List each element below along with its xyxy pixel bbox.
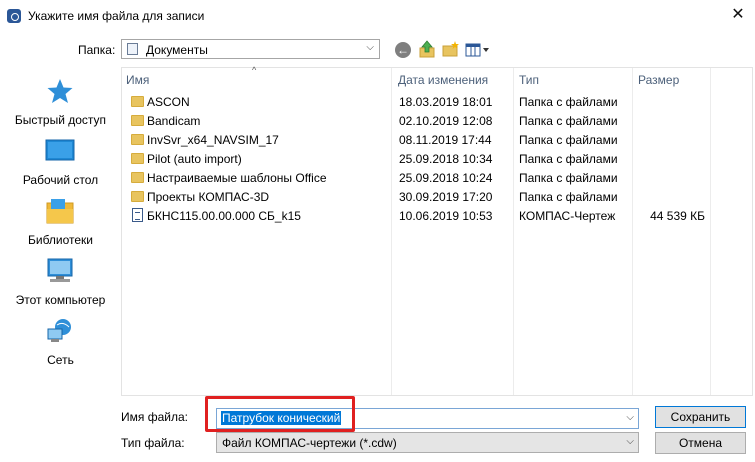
table-row[interactable]: БКНС115.00.00.000 СБ_k15 10.06.2019 10:53… [122,207,754,226]
file-date: 25.09.2018 10:34 [399,152,493,166]
place-label: Быстрый доступ [14,113,107,127]
cancel-button[interactable]: Отмена [655,432,746,454]
view-menu-button[interactable] [465,42,491,58]
filetype-label: Тип файла: [121,436,185,450]
chevron-down-icon: ⌵ [626,436,634,447]
title-bar: Укажите имя файла для записи ✕ [0,0,755,33]
file-list[interactable]: ^ Имя Дата изменения Тип Размер ASCON 18.… [121,65,754,396]
folder-icon [131,115,144,126]
new-folder-button[interactable] [442,40,460,58]
filename-label: Имя файла: [121,410,188,424]
column-header-name[interactable]: Имя [126,73,149,87]
close-button[interactable]: ✕ [724,3,752,27]
file-type: Папка с файлами [519,171,618,185]
file-type: КОМПАС-Чертеж [519,209,616,223]
file-size: 44 539 КБ [650,209,705,223]
computer-icon [47,258,73,282]
window-title: Укажите имя файла для записи [28,9,205,23]
chevron-down-icon[interactable]: ⌵ [626,412,634,423]
up-folder-icon [419,40,435,58]
file-type: Папка с файлами [519,95,618,109]
documents-icon [127,43,138,55]
filetype-select[interactable]: Файл КОМПАС-чертежи (*.cdw) ⌵ [216,432,639,453]
new-folder-icon [442,41,459,57]
place-quick-access[interactable]: Быстрый доступ [4,73,117,131]
folder-icon [131,153,144,164]
file-date: 08.11.2019 17:44 [399,133,492,147]
save-button[interactable]: Сохранить [655,406,746,428]
file-date: 25.09.2018 10:24 [399,171,493,185]
file-name: Bandicam [147,114,201,128]
folder-icon [131,172,144,183]
annotation-highlight-box [205,396,355,432]
file-name: БКНС115.00.00.000 СБ_k15 [147,209,301,223]
place-libraries[interactable]: Библиотеки [4,193,117,251]
file-name: ASCON [147,95,190,109]
place-label: Этот компьютер [15,293,106,307]
chevron-down-icon: ⌵ [366,42,374,53]
file-date: 18.03.2019 18:01 [399,95,493,109]
folder-select[interactable]: Документы ⌵ [121,39,380,59]
place-network[interactable]: Сеть [4,313,117,371]
place-this-pc[interactable]: Этот компьютер [4,253,117,311]
column-header-type[interactable]: Тип [519,73,539,87]
file-type: Папка с файлами [519,152,618,166]
file-type: Папка с файлами [519,133,618,147]
up-folder-button[interactable] [419,40,435,58]
place-label: Сеть [47,353,74,367]
table-row[interactable]: InvSvr_x64_NAVSIM_17 08.11.2019 17:44 Папк… [122,131,754,150]
file-name: Настраиваемые шаблоны Office [147,171,327,185]
folder-select-value: Документы [146,43,208,57]
sort-ascending-icon: ^ [252,65,257,75]
file-name: Pilot (auto import) [147,152,242,166]
column-header-size[interactable]: Размер [638,73,679,87]
star-icon [47,79,73,103]
places-sidebar: Быстрый доступ Рабочий стол Библиотеки Э… [4,67,117,396]
app-icon [7,9,21,23]
file-name: InvSvr_x64_NAVSIM_17 [147,133,279,147]
folder-icon [131,191,144,202]
filetype-value: Файл КОМПАС-чертежи (*.cdw) [222,436,397,450]
table-row[interactable]: Проекты КОМПАС-3D 30.09.2019 17:20 Папка с… [122,188,754,207]
place-label: Рабочий стол [22,173,99,187]
libraries-icon [46,199,74,224]
file-type: Папка с файлами [519,114,618,128]
place-label: Библиотеки [27,233,93,247]
file-date: 30.09.2019 17:20 [399,190,493,204]
table-row[interactable]: Настраиваемые шаблоны Office 25.09.2018 1… [122,169,754,188]
column-header-date[interactable]: Дата изменения [398,73,488,87]
table-row[interactable]: ASCON 18.03.2019 18:01 Папка с файлами [122,93,754,112]
file-date: 10.06.2019 10:53 [399,209,493,223]
document-icon [132,208,143,222]
file-name: Проекты КОМПАС-3D [147,190,270,204]
file-date: 02.10.2019 12:08 [399,114,493,128]
table-row[interactable]: Pilot (auto import) 25.09.2018 10:34 Папка… [122,150,754,169]
network-icon [47,319,71,342]
back-button[interactable]: ← [395,42,411,58]
folder-icon [131,96,144,107]
folder-label: Папка: [78,43,116,57]
view-grid-icon [465,43,489,57]
file-type: Папка с файлами [519,190,618,204]
folder-icon [131,134,144,145]
place-desktop[interactable]: Рабочий стол [4,133,117,191]
table-row[interactable]: Bandicam 02.10.2019 12:08 Папка с файлами [122,112,754,131]
desktop-icon [45,139,75,161]
